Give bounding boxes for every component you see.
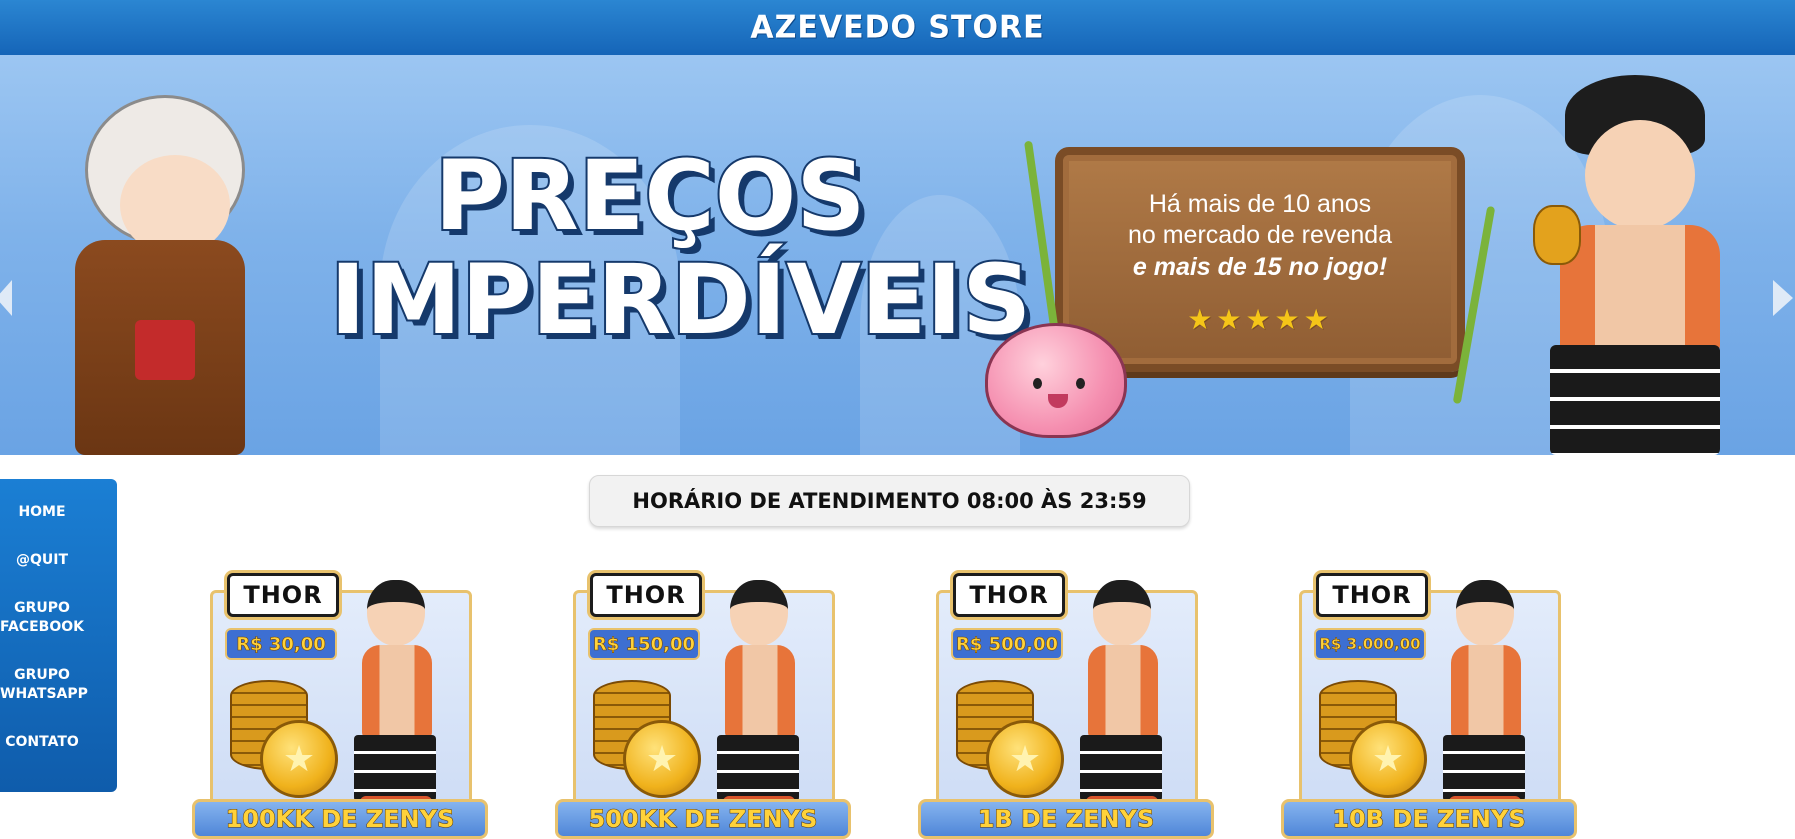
mascot-body — [1088, 645, 1158, 740]
price-badge: R$ 150,00 — [588, 628, 700, 660]
gold-coin-icon: ★ — [260, 720, 338, 798]
business-hours-banner: HORÁRIO DE ATENDIMENTO 08:00 ÀS 23:59 — [589, 475, 1190, 527]
sidebar-nav: HOME @QUIT GRUPO FACEBOOK GRUPO WHATSAPP… — [0, 479, 117, 792]
product-card[interactable]: ★ THOR R$ 30,00 100KK DE ZENYS — [192, 570, 488, 839]
mascot-body — [362, 645, 432, 740]
mascot-head — [367, 580, 425, 646]
sign-line-2: no mercado de revenda — [1127, 221, 1393, 250]
male-character-illustration — [1515, 65, 1765, 455]
price-badge: R$ 30,00 — [225, 628, 337, 660]
nav-item-home[interactable]: HOME — [0, 503, 84, 522]
product-title[interactable]: 100KK DE ZENYS — [192, 799, 488, 839]
hero-banner: PREÇOS IMPERDÍVEIS Há mais de 10 anos no… — [0, 55, 1795, 455]
headline-line-2: IMPERDÍVEIS — [328, 243, 1033, 356]
server-tag: THOR — [1316, 573, 1428, 617]
price-badge: R$ 500,00 — [951, 628, 1063, 660]
product-title[interactable]: 500KK DE ZENYS — [555, 799, 851, 839]
carousel-prev-arrow-icon[interactable] — [0, 280, 12, 316]
mascot-legs — [1080, 735, 1162, 805]
nav-item-facebook-group[interactable]: GRUPO FACEBOOK — [0, 599, 84, 637]
poring-mouth — [1048, 394, 1068, 408]
sign-line-1: Há mais de 10 anos — [1148, 190, 1372, 218]
mascot-head — [730, 580, 788, 646]
product-title[interactable]: 10B DE ZENYS — [1281, 799, 1577, 839]
mascot-head — [1093, 580, 1151, 646]
female-character-illustration — [15, 70, 305, 455]
poring-eye — [1076, 378, 1085, 389]
server-tag: THOR — [227, 573, 339, 617]
nav-item-quit[interactable]: @QUIT — [0, 551, 84, 570]
nav-item-contact[interactable]: CONTATO — [0, 733, 84, 752]
store-logo[interactable]: AZEVEDO STORE — [750, 9, 1044, 46]
server-tag: THOR — [590, 573, 702, 617]
rating-stars-icon: ★★★★★ — [1187, 304, 1333, 335]
carousel-next-arrow-icon[interactable] — [1773, 280, 1793, 316]
sign-text: Há mais de 10 anos no mercado de revenda… — [1063, 189, 1457, 283]
banner-headline: PREÇOS IMPERDÍVEIS — [328, 140, 1033, 356]
mascot-body — [725, 645, 795, 740]
wooden-sign: Há mais de 10 anos no mercado de revenda… — [1055, 147, 1465, 372]
mascot-head — [1456, 580, 1514, 646]
gold-coin-icon: ★ — [986, 720, 1064, 798]
top-header: AZEVEDO STORE — [0, 0, 1795, 55]
mascot-body — [1451, 645, 1521, 740]
mascot-legs — [717, 735, 799, 805]
gold-coin-icon: ★ — [1349, 720, 1427, 798]
headline-line-1: PREÇOS — [432, 140, 867, 252]
server-tag: THOR — [953, 573, 1065, 617]
gold-coin-icon: ★ — [623, 720, 701, 798]
product-title[interactable]: 1B DE ZENYS — [918, 799, 1214, 839]
product-card[interactable]: ★ THOR R$ 500,00 1B DE ZENYS — [918, 570, 1214, 839]
nav-item-whatsapp-group[interactable]: GRUPO WHATSAPP — [0, 666, 88, 704]
product-card[interactable]: ★ THOR R$ 3.000,00 10B DE ZENYS — [1281, 570, 1577, 839]
price-badge: R$ 3.000,00 — [1314, 628, 1426, 660]
poring-mascot-illustration — [985, 323, 1127, 438]
sign-line-3: e mais de 15 no jogo! — [1132, 252, 1388, 281]
mascot-legs — [354, 735, 436, 805]
mascot-legs — [1443, 735, 1525, 805]
poring-eye — [1033, 378, 1042, 389]
product-card[interactable]: ★ THOR R$ 150,00 500KK DE ZENYS — [555, 570, 851, 839]
